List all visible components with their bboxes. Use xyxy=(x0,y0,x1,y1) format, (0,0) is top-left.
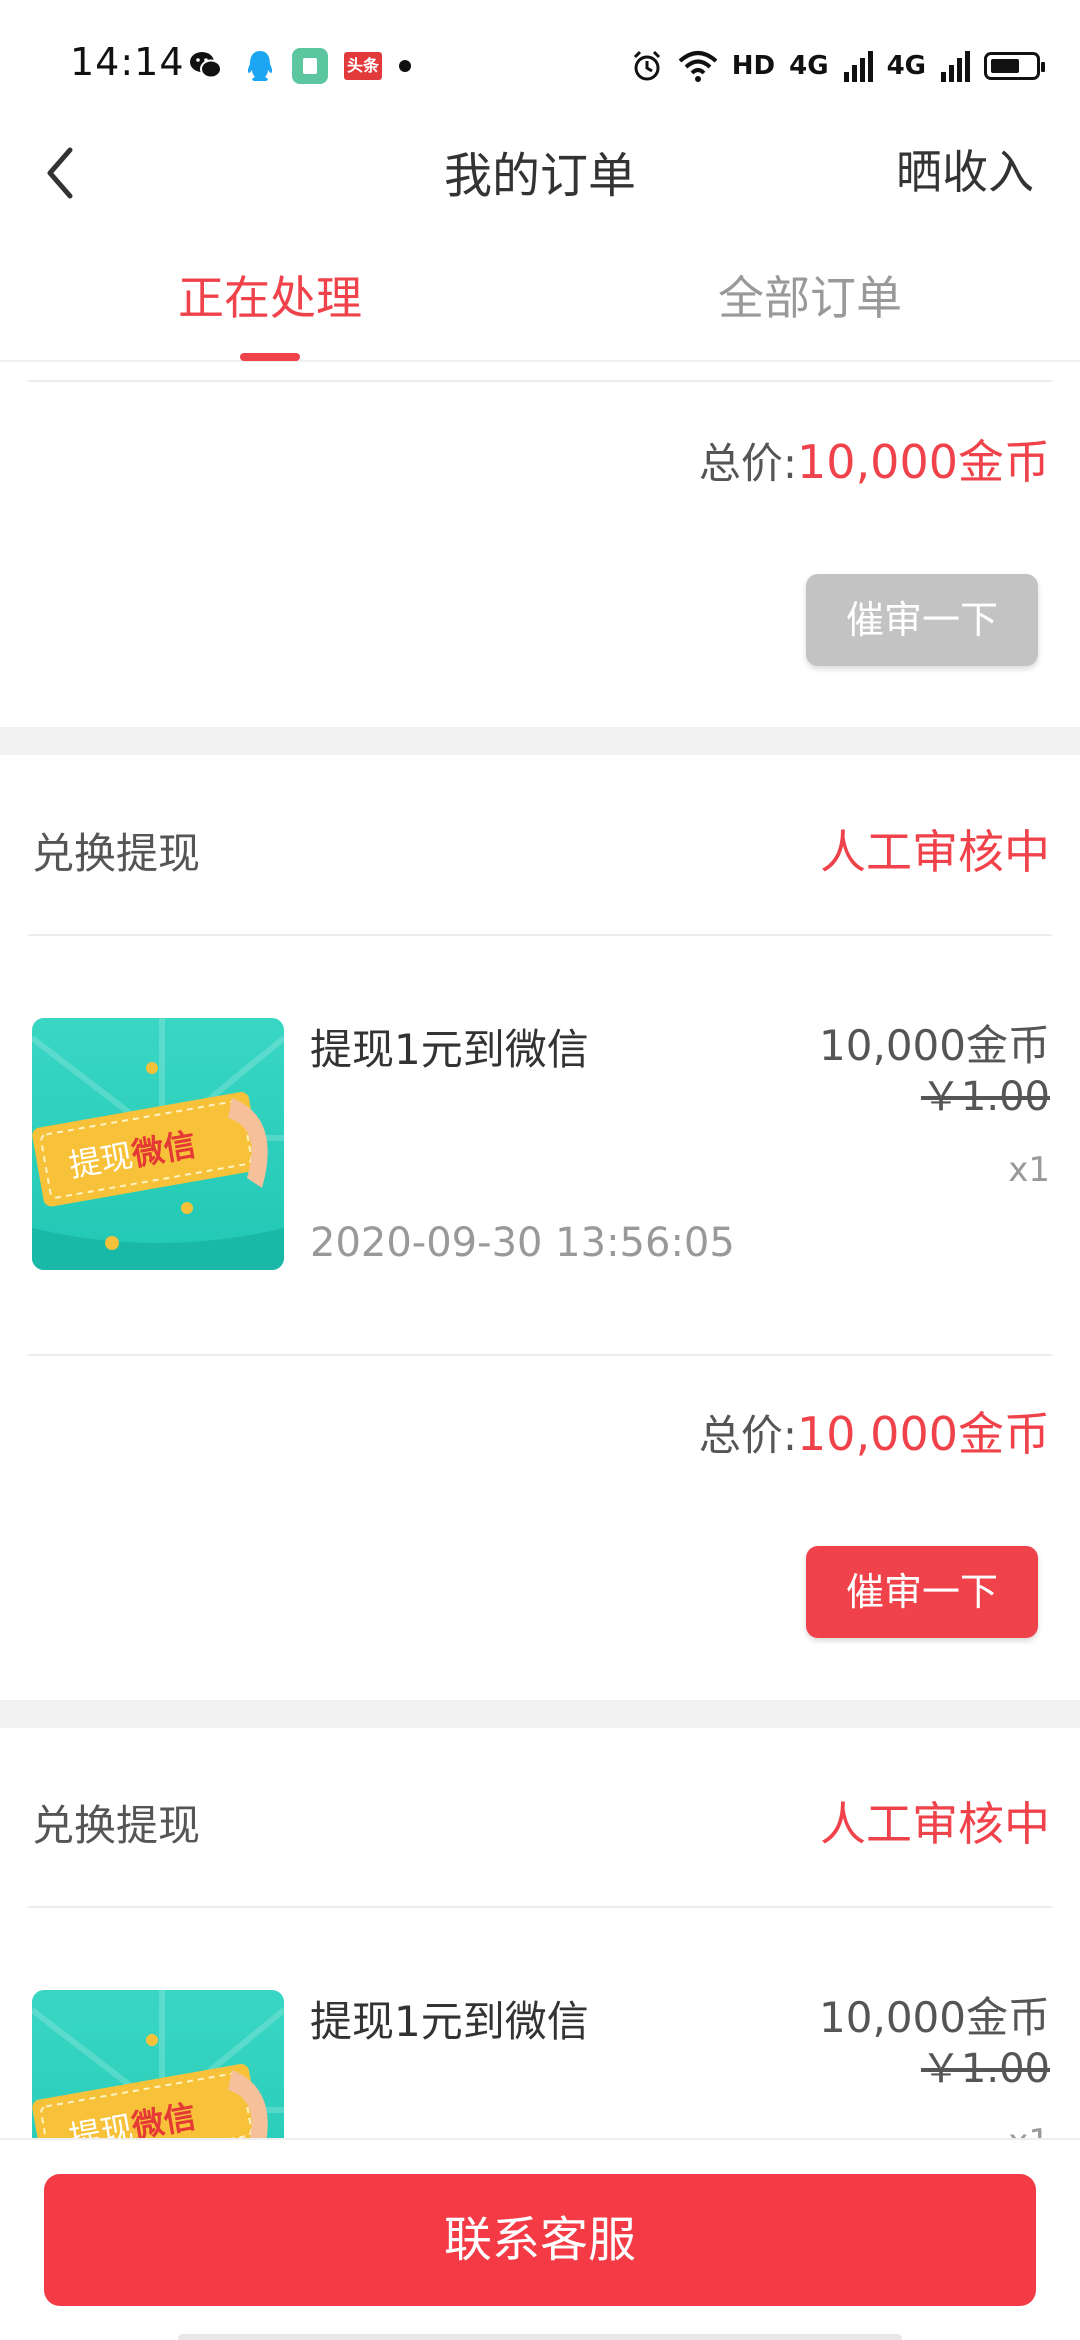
network-hd-label: HD xyxy=(731,51,776,81)
notification-dot xyxy=(399,60,411,72)
qq-icon xyxy=(247,51,273,81)
divider xyxy=(28,1354,1052,1356)
order-total-row: 总价: 10,000金币 xyxy=(699,1398,1050,1464)
alarm-icon xyxy=(633,50,660,81)
app-screen: 14:14 头条 HD 4G 4G 我的订单 晒收入 正在处理 全部订单 总价:… xyxy=(0,0,1080,2340)
thumbnail-text-a: 提现 xyxy=(66,1136,136,1185)
thumbnail-text-b: 微信 xyxy=(129,2097,199,2138)
product-name: 提现1元到微信 xyxy=(310,1025,589,1074)
status-bar: 14:14 头条 HD 4G 4G xyxy=(0,0,1080,130)
total-value: 10,000金币 xyxy=(797,1407,1050,1461)
signal-icon-2 xyxy=(941,51,970,82)
section-gap xyxy=(0,1700,1080,1728)
order-type: 兑换提现 xyxy=(32,829,201,878)
tab-active-indicator xyxy=(240,353,300,361)
order-total-row: 总价: 10,000金币 xyxy=(699,426,1050,492)
contact-service-button[interactable]: 联系客服 xyxy=(44,2174,1036,2306)
total-label: 总价: xyxy=(698,1411,798,1460)
divider xyxy=(28,934,1052,936)
battery-icon xyxy=(984,52,1045,80)
order-status: 人工审核中 xyxy=(820,825,1050,879)
thumbnail-text-a: 提现 xyxy=(66,2108,136,2138)
product-thumbnail: 提现微信 xyxy=(32,1018,284,1270)
network-4g-label-2: 4G xyxy=(886,51,926,81)
status-right-group: HD 4G 4G xyxy=(630,44,1045,88)
order-type: 兑换提现 xyxy=(32,1801,201,1850)
price-rmb-original: ￥1.00 xyxy=(920,1074,1050,1120)
signal-icon xyxy=(843,51,873,82)
tab-processing[interactable]: 正在处理 xyxy=(0,262,540,328)
home-indicator xyxy=(178,2334,902,2340)
urge-review-button-disabled: 催审一下 xyxy=(806,574,1038,666)
order-status: 人工审核中 xyxy=(820,1797,1050,1851)
urge-review-button[interactable]: 催审一下 xyxy=(806,1546,1038,1638)
nav-bar: 我的订单 晒收入 xyxy=(0,120,1080,230)
order-list[interactable]: 总价: 10,000金币 催审一下 兑换提现 人工审核中 提现微信 提现1元到微… xyxy=(0,364,1080,2138)
total-label: 总价: xyxy=(698,439,798,488)
total-value: 10,000金币 xyxy=(797,435,1050,489)
thumbnail-text-b: 微信 xyxy=(129,1125,199,1174)
status-time: 14:14 xyxy=(70,40,185,84)
product-thumbnail: 提现微信 xyxy=(32,1990,284,2138)
wechat-icon xyxy=(190,52,222,79)
tab-all-orders[interactable]: 全部订单 xyxy=(540,262,1080,328)
order-time: 2020-09-30 13:56:05 xyxy=(310,1220,735,1266)
show-income-button[interactable]: 晒收入 xyxy=(896,136,1034,202)
product-name: 提现1元到微信 xyxy=(310,1997,589,2046)
divider xyxy=(28,1906,1052,1908)
section-gap xyxy=(0,727,1080,755)
toutiao-icon: 头条 xyxy=(344,52,382,80)
network-4g-label-1: 4G xyxy=(789,51,829,81)
quantity: x1 xyxy=(1008,2122,1050,2138)
app-icon xyxy=(292,48,328,84)
order-tabs: 正在处理 全部订单 xyxy=(0,250,1080,362)
quantity: x1 xyxy=(1008,1150,1050,1190)
wifi-icon xyxy=(678,51,718,82)
price-rmb-original: ￥1.00 xyxy=(920,2046,1050,2092)
divider xyxy=(28,380,1052,382)
bottom-bar: 联系客服 xyxy=(0,2138,1080,2340)
